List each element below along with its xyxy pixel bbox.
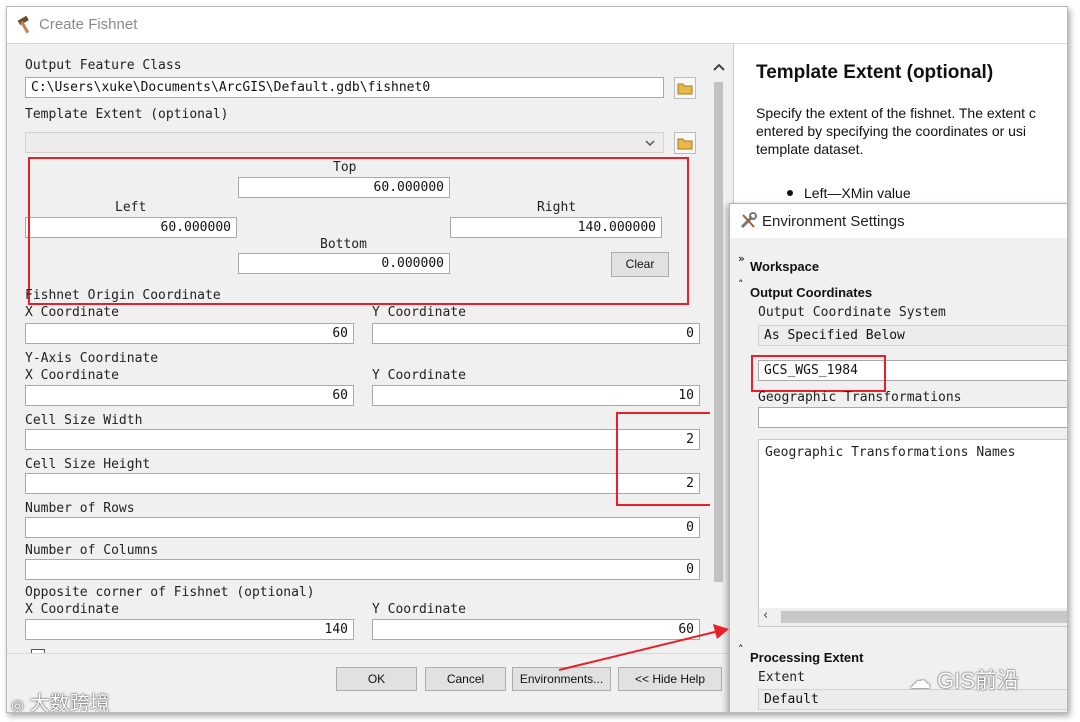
scroll-left-icon[interactable]: ‹ (763, 608, 768, 623)
output-coordinate-system-label: Output Coordinate System (758, 305, 946, 320)
cell-size-height-label: Cell Size Height (25, 457, 151, 472)
cell-size-highlight-box (616, 412, 715, 506)
y-axis-label: Y-Axis Coordinate (25, 351, 159, 366)
form-panel: Output Feature Class C:\Users\xuke\Docum… (7, 44, 729, 664)
tools-icon (740, 212, 757, 229)
wechat-icon: ☁ (909, 668, 931, 693)
cell-size-height-input[interactable]: 2 (25, 473, 700, 494)
title-bar: Create Fishnet (7, 7, 1067, 43)
workspace-chevron-icon[interactable]: » (738, 252, 745, 265)
output-feature-class-label: Output Feature Class (25, 58, 182, 73)
cancel-button[interactable]: Cancel (425, 667, 506, 691)
opposite-corner-label: Opposite corner of Fishnet (optional) (25, 585, 315, 600)
hammer-icon (17, 15, 30, 34)
h-scroll-thumb[interactable] (781, 611, 1067, 623)
form-scrollbar[interactable] (710, 52, 727, 664)
help-line-1: Specify the extent of the fishnet. The e… (756, 105, 1036, 121)
origin-x-input[interactable]: 60 (25, 323, 354, 344)
window-title: Create Fishnet (39, 16, 138, 33)
create-fishnet-window: Create Fishnet Output Feature Class C:\U… (6, 6, 1068, 713)
output-feature-class-input[interactable]: C:\Users\xuke\Documents\ArcGIS\Default.g… (25, 77, 664, 98)
scroll-up-icon[interactable] (712, 62, 726, 72)
watermark-right-text: GIS前沿 (937, 668, 1020, 693)
browse-folder-icon[interactable] (674, 77, 696, 99)
opposite-y-label: Y Coordinate (372, 602, 466, 617)
horizontal-scrollbar[interactable]: ‹ (759, 608, 1067, 626)
output-coordinates-chevron-icon[interactable]: ˄ (738, 278, 744, 291)
workspace-section[interactable]: Workspace (750, 259, 819, 274)
transformations-list[interactable]: Geographic Transformations Names ‹ (758, 439, 1067, 627)
env-title-bar: Environment Settings (730, 204, 1067, 238)
cell-size-width-label: Cell Size Width (25, 413, 143, 428)
template-extent-dropdown[interactable] (25, 132, 664, 153)
origin-y-input[interactable]: 0 (372, 323, 700, 344)
ok-button[interactable]: OK (336, 667, 417, 691)
processing-extent-chevron-icon[interactable]: ˄ (738, 643, 744, 656)
output-coordinates-section[interactable]: Output Coordinates (750, 285, 872, 300)
gcs-highlight-box (751, 355, 886, 392)
origin-x-label: X Coordinate (25, 305, 119, 320)
watermark-right: ☁ GIS前沿 (909, 663, 1019, 695)
chevron-down-icon[interactable] (644, 138, 656, 148)
number-of-rows-input[interactable]: 0 (25, 517, 700, 538)
help-line-3: template dataset. (756, 141, 864, 157)
number-of-columns-input[interactable]: 0 (25, 559, 700, 580)
origin-y-label: Y Coordinate (372, 305, 466, 320)
y-axis-x-input[interactable]: 60 (25, 385, 354, 406)
watermark-left: ◎ 大数跨境 (11, 687, 110, 713)
processing-extent-section[interactable]: Processing Extent (750, 650, 863, 665)
weibo-icon: ◎ (11, 697, 25, 713)
geographic-transformations-label: Geographic Transformations (758, 390, 962, 405)
red-arrow-annotation (558, 624, 729, 671)
watermark-left-text: 大数跨境 (29, 693, 110, 713)
number-of-columns-label: Number of Columns (25, 543, 159, 558)
template-extent-label: Template Extent (optional) (25, 107, 229, 122)
help-bullet: Left—XMin value (804, 185, 911, 201)
scroll-thumb[interactable] (714, 82, 723, 582)
opposite-x-input[interactable]: 140 (25, 619, 354, 640)
y-axis-y-label: Y Coordinate (372, 368, 466, 383)
extent-label: Extent (758, 670, 805, 685)
geographic-transformations-input[interactable] (758, 407, 1067, 428)
number-of-rows-label: Number of Rows (25, 501, 135, 516)
help-title: Template Extent (optional) (756, 62, 994, 83)
opposite-x-label: X Coordinate (25, 602, 119, 617)
cell-size-width-input[interactable]: 2 (25, 429, 700, 450)
y-axis-x-label: X Coordinate (25, 368, 119, 383)
fishnet-origin-label: Fishnet Origin Coordinate (25, 288, 221, 303)
y-axis-y-input[interactable]: 10 (372, 385, 700, 406)
env-title: Environment Settings (762, 213, 905, 230)
help-line-2: entered by specifying the coordinates or… (756, 123, 1027, 139)
bullet-icon (787, 190, 793, 196)
output-coordinate-system-dropdown[interactable]: As Specified Below (758, 325, 1067, 346)
environment-settings-window: Environment Settings » Workspace ˄ Outpu… (729, 203, 1067, 712)
template-folder-icon[interactable] (674, 132, 696, 154)
extent-highlight-box (28, 157, 689, 305)
transformations-header: Geographic Transformations Names (765, 445, 1016, 460)
